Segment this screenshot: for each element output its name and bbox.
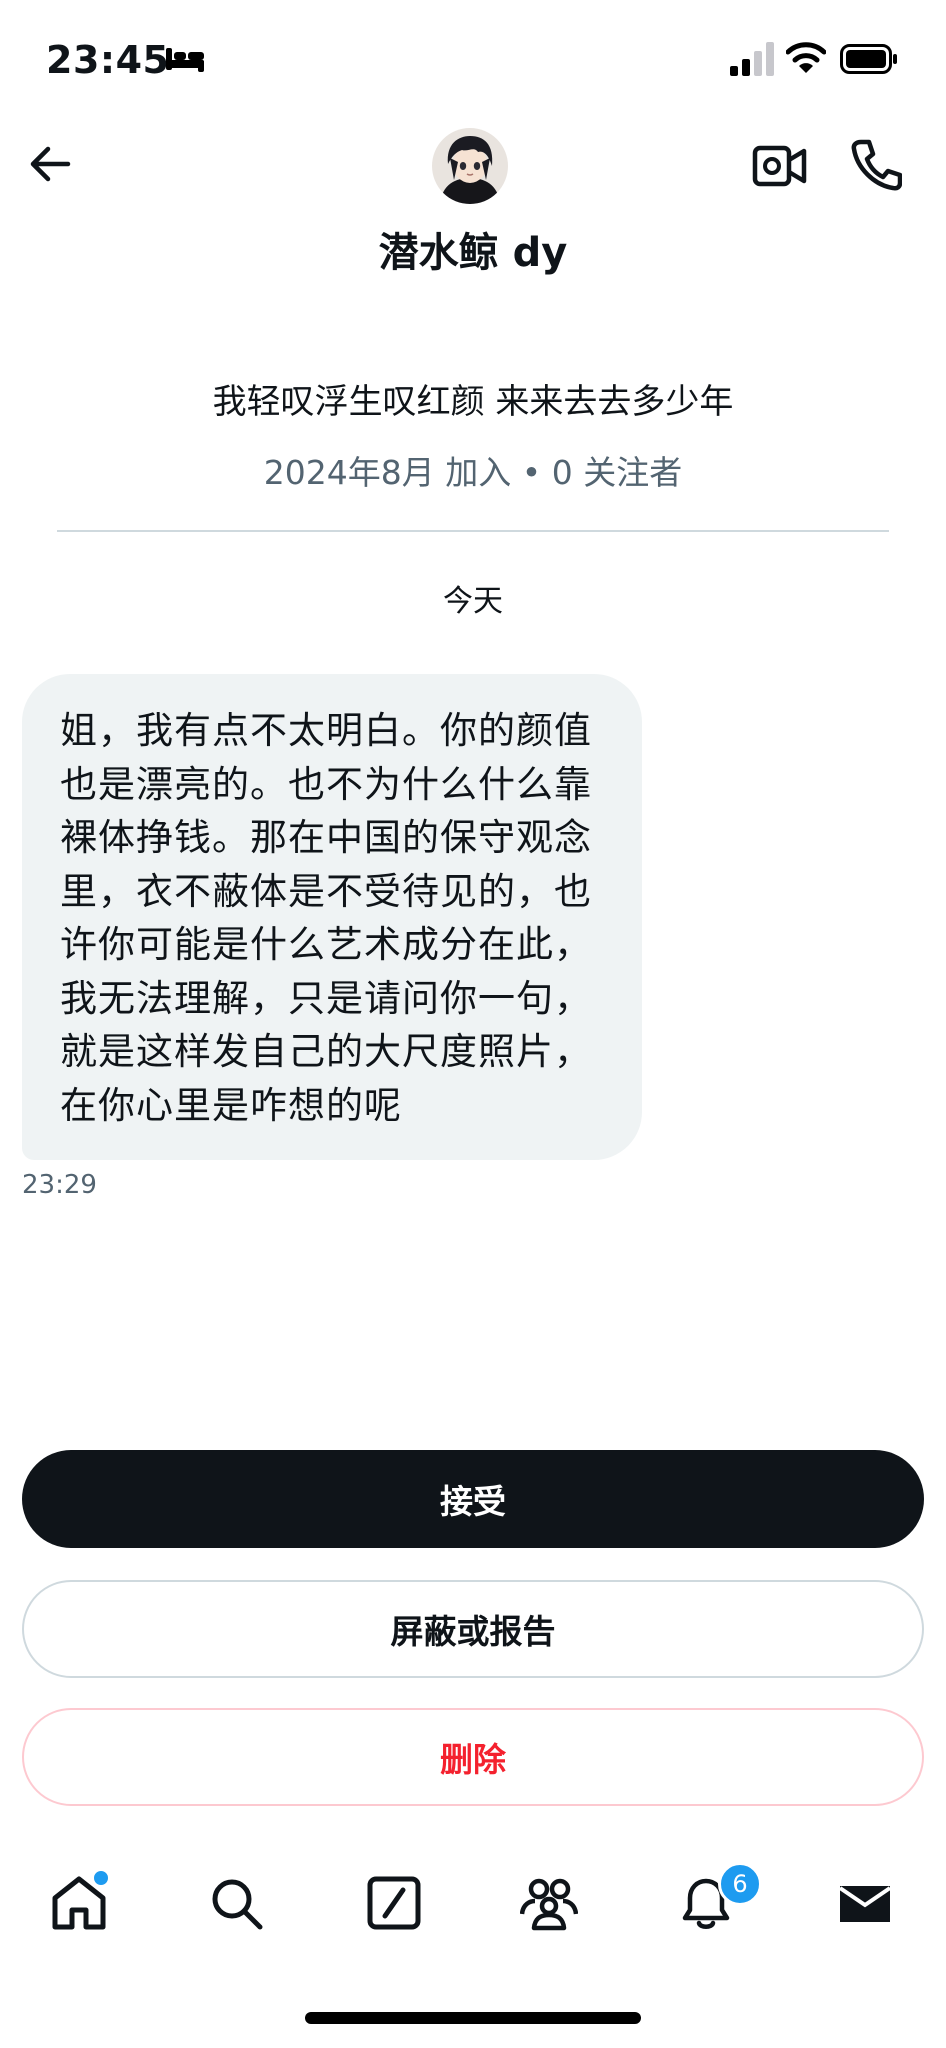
- wifi-icon: [786, 42, 826, 73]
- video-camera-icon[interactable]: [752, 140, 808, 192]
- battery-icon: [840, 44, 897, 74]
- arrow-left-icon[interactable]: [26, 140, 74, 188]
- message-line: 在你心里是咋想的呢: [60, 1083, 402, 1127]
- phone-icon[interactable]: [850, 138, 902, 192]
- bed-icon: [166, 48, 204, 72]
- message-bubble[interactable]: 姐，我有点不太明白。你的颜值 也是漂亮的。也不为什么什么靠 裸体挣钱。那在中国的…: [22, 674, 642, 1160]
- communities-icon[interactable]: [520, 1874, 578, 1932]
- date-separator: 今天: [443, 584, 503, 619]
- message-text: 姐，我有点不太明白。你的颜值 也是漂亮的。也不为什么什么靠 裸体挣钱。那在中国的…: [60, 704, 606, 1132]
- message-line: 裸体挣钱。那在中国的保守观念: [60, 816, 592, 859]
- accept-button[interactable]: 接受: [22, 1450, 924, 1548]
- profile-name[interactable]: 潜水鲸 dy: [0, 220, 946, 278]
- search-icon[interactable]: [207, 1874, 265, 1932]
- notification-count-badge: 6: [718, 1862, 762, 1906]
- cellular-signal-icon: [730, 42, 774, 76]
- status-time: 23:45: [46, 38, 170, 82]
- message-line: 我无法理解，只是请问你一句，: [60, 976, 592, 1020]
- grok-icon[interactable]: [365, 1874, 423, 1932]
- message-line: 也是漂亮的。也不为什么什么靠: [60, 762, 592, 806]
- message-timestamp: 23:29: [22, 1170, 97, 1200]
- message-line: 许你可能是什么艺术成分在此，: [60, 923, 592, 966]
- profile-bio: 我轻叹浮生叹红颜 来来去去多少年: [212, 382, 734, 422]
- message-line: 就是这样发自己的大尺度照片，: [60, 1030, 592, 1073]
- delete-button[interactable]: 删除: [22, 1708, 924, 1806]
- profile-meta: 2024年8月 加入 • 0 关注者: [263, 453, 683, 492]
- divider: [57, 530, 889, 532]
- avatar[interactable]: [432, 128, 508, 204]
- message-line: 里，衣不蔽体是不受待见的，也: [60, 869, 592, 913]
- messages-icon[interactable]: [836, 1874, 894, 1932]
- home-unread-dot: [92, 1869, 110, 1887]
- anime-avatar-image: [432, 128, 508, 204]
- home-indicator: [305, 2012, 641, 2024]
- block-or-report-button[interactable]: 屏蔽或报告: [22, 1580, 924, 1678]
- message-line: 姐，我有点不太明白。你的颜值: [60, 709, 592, 752]
